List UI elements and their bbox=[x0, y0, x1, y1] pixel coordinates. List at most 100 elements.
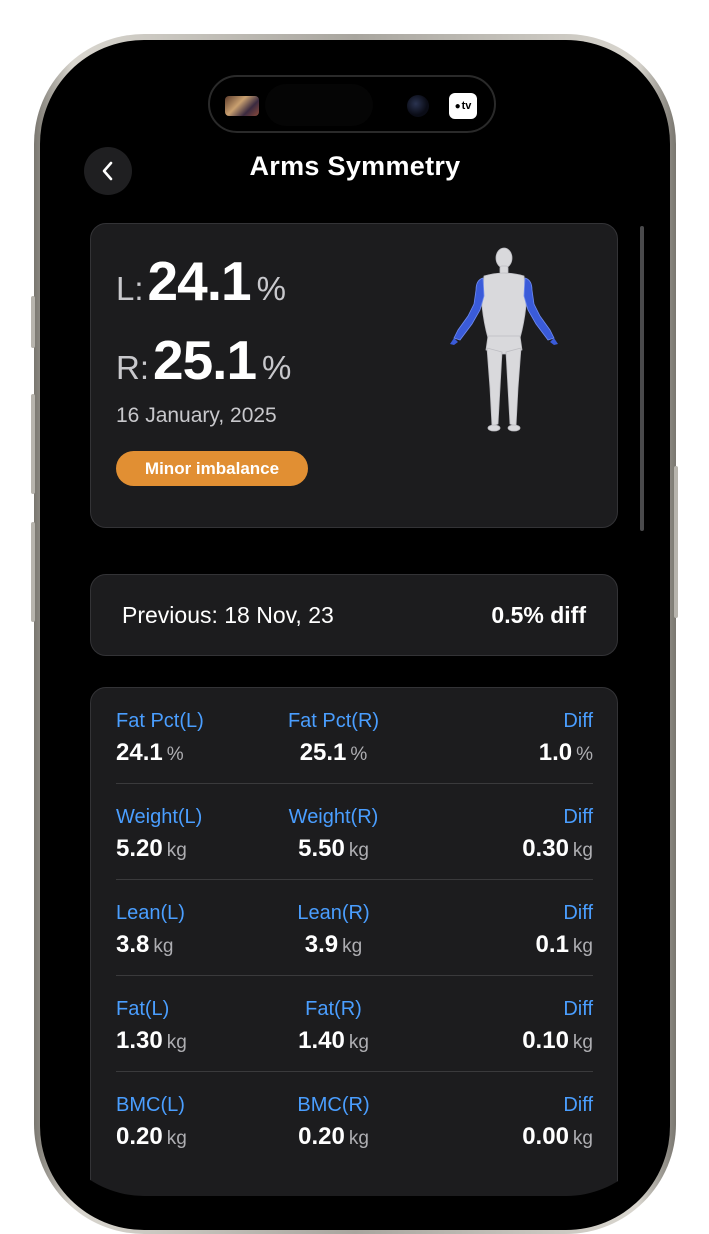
metric-right-col: Fat Pct(R) 25.1% bbox=[256, 710, 411, 767]
metric-number: 0.10 bbox=[522, 1027, 569, 1054]
metric-number: 0.30 bbox=[522, 835, 569, 862]
right-prefix: R: bbox=[116, 349, 149, 386]
metric-diff-value: 0.10 kg bbox=[522, 1027, 593, 1055]
metric-left-value: 0.20 kg bbox=[116, 1123, 187, 1151]
metric-left-label: Lean(L) bbox=[116, 902, 185, 924]
imbalance-badge: Minor imbalance bbox=[116, 451, 308, 486]
metric-left-col: Lean(L) 3.8 kg bbox=[116, 902, 185, 959]
metric-number: 0.20 bbox=[298, 1123, 345, 1150]
metric-left-col: BMC(L) 0.20 kg bbox=[116, 1094, 187, 1151]
metrics-table-card: Fat Pct(L) 24.1% Fat Pct(R) 25.1% Diff 1… bbox=[90, 687, 618, 1196]
metric-unit: % bbox=[166, 744, 184, 765]
metrics-row-fat: Fat(L) 1.30 kg Fat(R) 1.40 kg Diff 0.10 kg bbox=[116, 976, 593, 1072]
metric-diff-label: Diff bbox=[563, 710, 593, 732]
metric-diff-col: Diff 0.1 kg bbox=[536, 902, 593, 959]
metric-diff-col: Diff 0.10 kg bbox=[522, 998, 593, 1055]
volume-down-button bbox=[31, 522, 35, 622]
metrics-row-lean: Lean(L) 3.8 kg Lean(R) 3.9 kg Diff 0.1 kg bbox=[116, 880, 593, 976]
metrics-row-weight: Weight(L) 5.20 kg Weight(R) 5.50 kg Diff 0… bbox=[116, 784, 593, 880]
metric-unit: kg bbox=[166, 1128, 187, 1149]
metric-unit: kg bbox=[572, 1128, 593, 1149]
metric-number: 0.1 bbox=[535, 931, 569, 958]
metric-unit: kg bbox=[348, 840, 369, 861]
metric-right-col: Weight(R) 5.50 kg bbox=[256, 806, 411, 863]
left-prefix: L: bbox=[116, 270, 144, 307]
metric-left-label: Fat(L) bbox=[116, 998, 170, 1020]
metric-diff-label: Diff bbox=[563, 998, 593, 1020]
metric-left-label: Fat Pct(L) bbox=[116, 710, 204, 732]
metric-left-col: Fat Pct(L) 24.1% bbox=[116, 710, 204, 767]
metric-number: 24.1 bbox=[116, 739, 163, 766]
metrics-row-fat-pct: Fat Pct(L) 24.1% Fat Pct(R) 25.1% Diff 1… bbox=[116, 688, 593, 784]
metric-unit: kg bbox=[342, 936, 363, 957]
scrollbar[interactable] bbox=[640, 226, 644, 531]
summary-card: L: 24.1 % R: 25.1 % 16 January, 2025 Min… bbox=[90, 223, 618, 528]
metric-right-label: Fat(R) bbox=[305, 998, 362, 1020]
previous-diff-value: 0.5% diff bbox=[491, 601, 586, 628]
metric-unit: kg bbox=[348, 1032, 369, 1053]
metric-unit: kg bbox=[166, 840, 187, 861]
metric-number: 5.20 bbox=[116, 835, 163, 862]
previous-comparison-card[interactable]: Previous: 18 Nov, 23 0.5% diff bbox=[90, 574, 618, 656]
right-value: 25.1 bbox=[153, 329, 257, 391]
metric-left-col: Fat(L) 1.30 kg bbox=[116, 998, 187, 1055]
metric-left-value: 1.30 kg bbox=[116, 1027, 187, 1055]
island-sensor bbox=[265, 84, 373, 126]
metric-diff-value: 0.00 kg bbox=[522, 1123, 593, 1151]
metric-unit: kg bbox=[572, 936, 593, 957]
metric-left-value: 24.1% bbox=[116, 739, 204, 767]
metric-number: 5.50 bbox=[298, 835, 345, 862]
metric-number: 1.30 bbox=[116, 1027, 163, 1054]
metric-number: 0.20 bbox=[116, 1123, 163, 1150]
metric-unit: kg bbox=[153, 936, 174, 957]
metric-diff-col: Diff 1.0% bbox=[539, 710, 593, 767]
right-unit: % bbox=[262, 349, 292, 386]
metric-diff-value: 0.30 kg bbox=[522, 835, 593, 863]
right-arm-row: R: 25.1 % bbox=[116, 328, 291, 392]
dynamic-island[interactable]: ● tv bbox=[208, 75, 496, 133]
metric-diff-col: Diff 0.30 kg bbox=[522, 806, 593, 863]
metric-number: 3.9 bbox=[304, 931, 339, 958]
metric-right-col: BMC(R) 0.20 kg bbox=[256, 1094, 411, 1151]
metric-right-value: 5.50 kg bbox=[256, 835, 411, 863]
metric-unit: kg bbox=[166, 1032, 187, 1053]
apple-tv-icon: ● tv bbox=[449, 93, 477, 119]
measurement-date: 16 January, 2025 bbox=[116, 404, 277, 427]
body-figure-icon bbox=[450, 247, 558, 432]
volume-up-button bbox=[31, 394, 35, 494]
metric-right-value: 25.1% bbox=[256, 739, 411, 767]
camera-icon bbox=[407, 95, 429, 117]
metric-unit: % bbox=[576, 744, 593, 765]
metric-right-label: Fat Pct(R) bbox=[287, 710, 380, 732]
left-unit: % bbox=[256, 270, 286, 307]
metric-diff-label: Diff bbox=[563, 1094, 593, 1116]
metric-right-col: Fat(R) 1.40 kg bbox=[256, 998, 411, 1055]
metric-number: 25.1 bbox=[299, 739, 347, 766]
metric-unit: kg bbox=[572, 1032, 593, 1053]
metric-left-col: Weight(L) 5.20 kg bbox=[116, 806, 202, 863]
metric-diff-col: Diff 0.00 kg bbox=[522, 1094, 593, 1151]
metric-diff-label: Diff bbox=[563, 902, 593, 924]
metric-unit: % bbox=[350, 744, 368, 765]
metric-left-value: 5.20 kg bbox=[116, 835, 202, 863]
metric-right-label: Lean(R) bbox=[297, 902, 370, 924]
action-button bbox=[31, 296, 35, 348]
metric-right-label: Weight(R) bbox=[288, 806, 379, 828]
metric-right-label: BMC(R) bbox=[297, 1094, 370, 1116]
metric-diff-label: Diff bbox=[563, 806, 593, 828]
metric-number: 1.40 bbox=[298, 1027, 345, 1054]
metric-right-col: Lean(R) 3.9 kg bbox=[256, 902, 411, 959]
metric-number: 3.8 bbox=[116, 931, 150, 958]
left-value: 24.1 bbox=[147, 250, 252, 312]
metric-diff-value: 0.1 kg bbox=[536, 931, 593, 959]
metrics-row-bmc: BMC(L) 0.20 kg BMC(R) 0.20 kg Diff 0.00 kg bbox=[116, 1072, 593, 1168]
page-title: Arms Symmetry bbox=[249, 151, 461, 181]
apple-tv-label: tv bbox=[461, 100, 472, 112]
metric-right-value: 3.9 kg bbox=[256, 931, 411, 959]
metric-left-value: 3.8 kg bbox=[116, 931, 185, 959]
previous-date-label: Previous: 18 Nov, 23 bbox=[122, 601, 334, 628]
now-playing-thumbnail bbox=[225, 96, 259, 116]
metric-left-label: BMC(L) bbox=[116, 1094, 185, 1116]
left-arm-row: L: 24.1 % bbox=[116, 249, 286, 313]
metric-right-value: 0.20 kg bbox=[256, 1123, 411, 1151]
